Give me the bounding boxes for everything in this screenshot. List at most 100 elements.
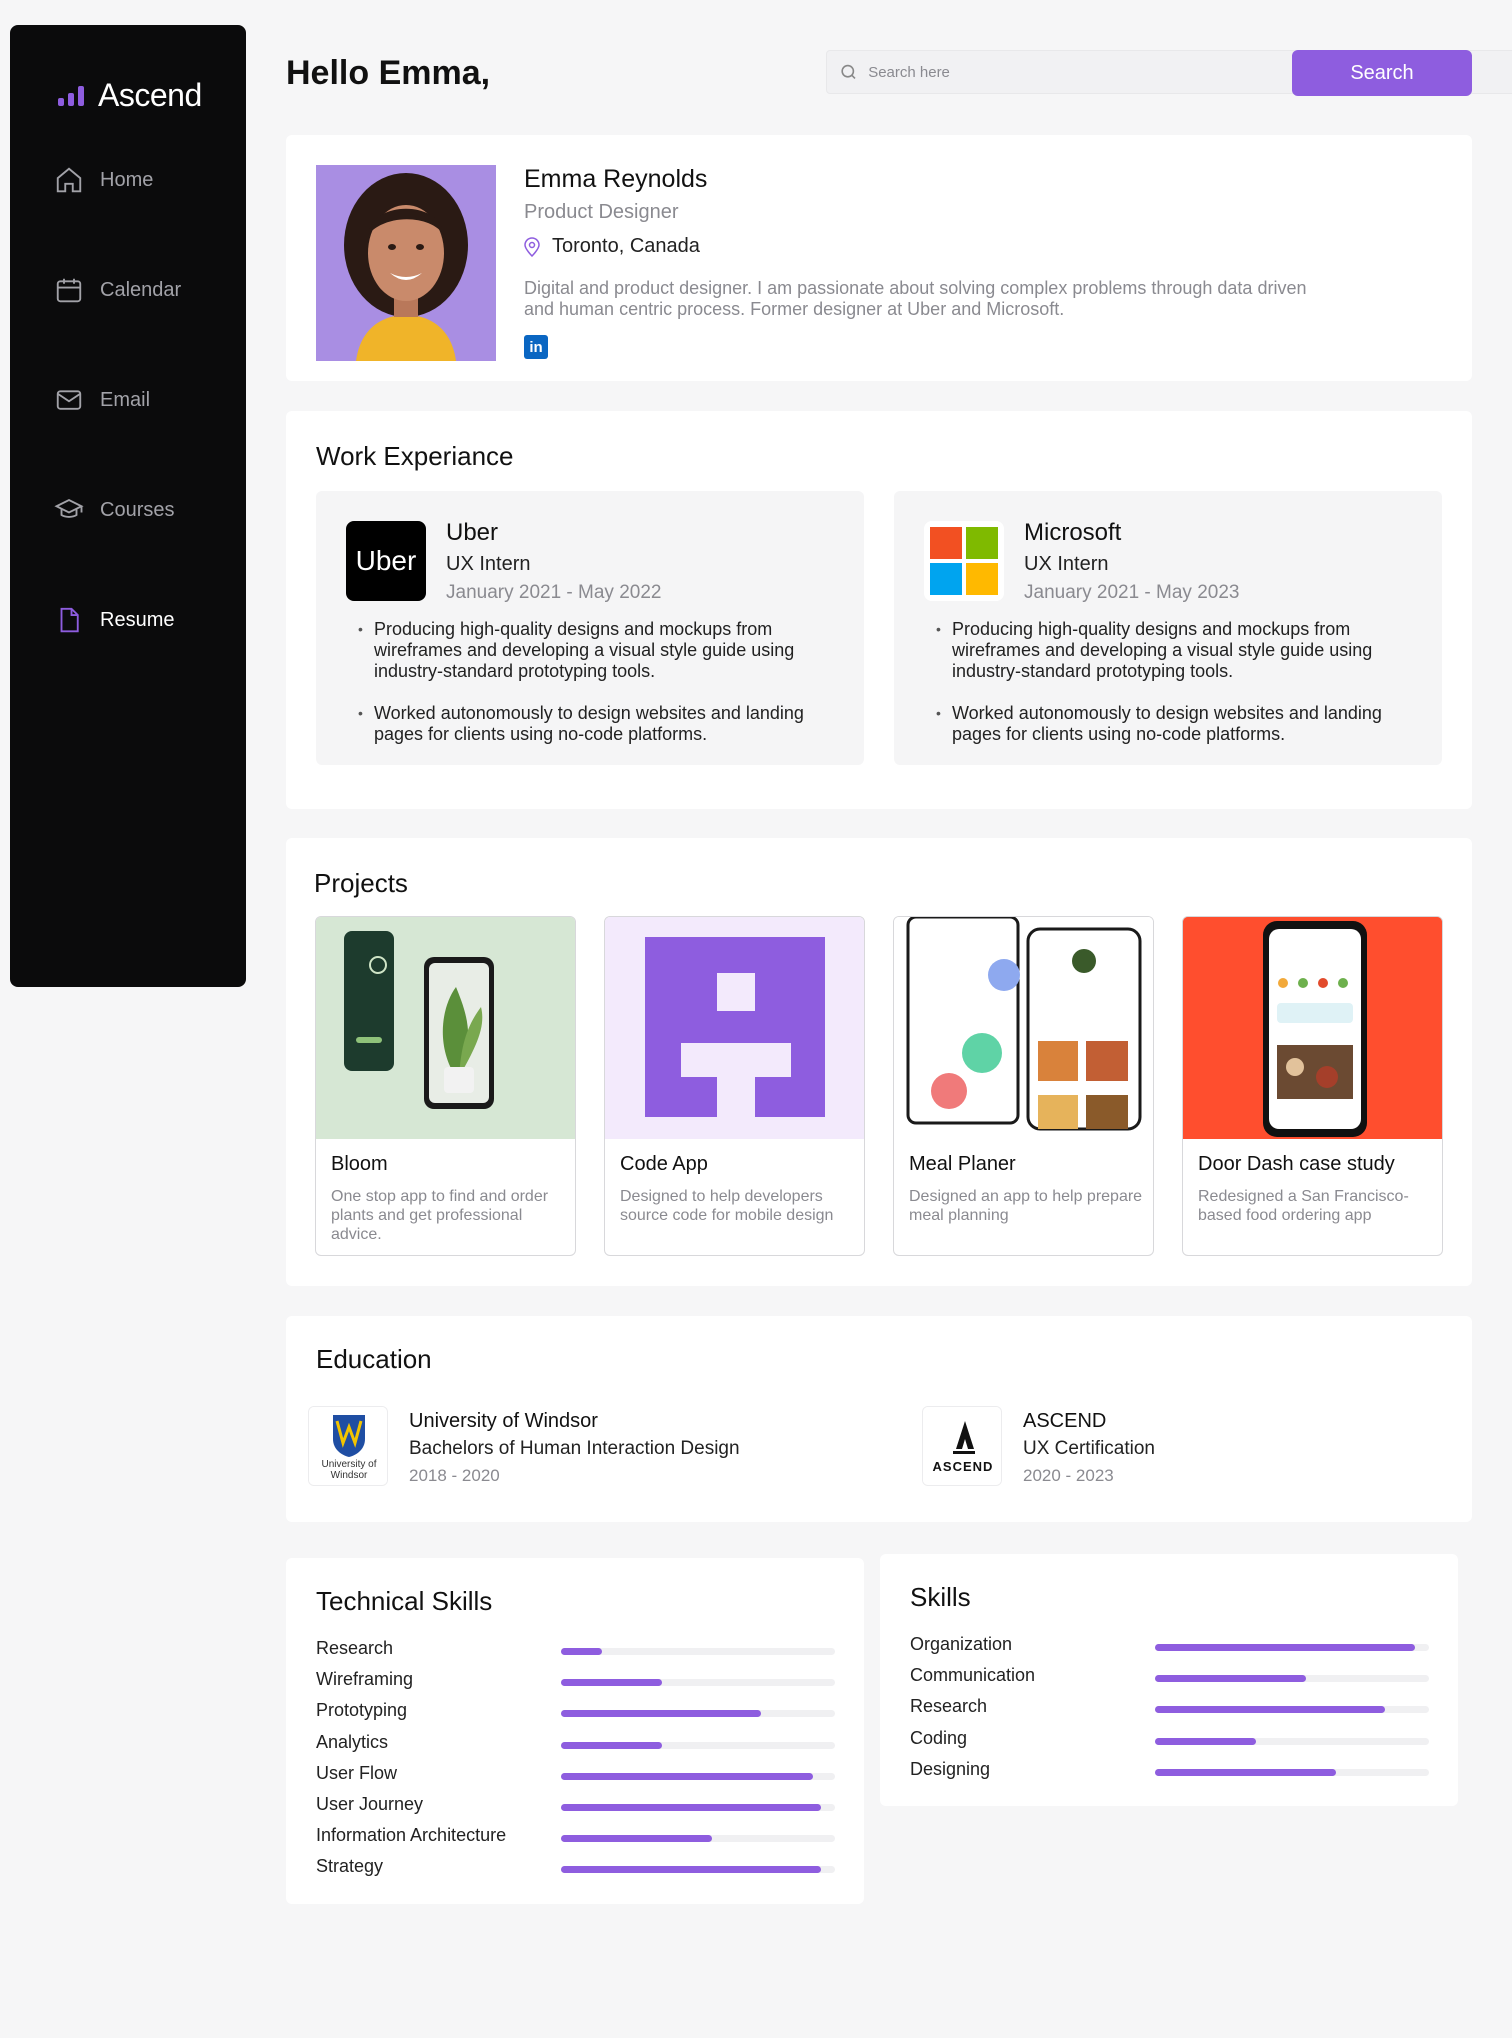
- nav-item-label: Resume: [100, 608, 175, 631]
- job-role: UX Intern: [446, 553, 531, 575]
- skill-bar-fill: [561, 1741, 663, 1749]
- document-icon: [60, 607, 79, 633]
- skill-label: Prototyping: [316, 1700, 408, 1721]
- uber-logo: Uber: [346, 521, 426, 601]
- nav-item-email[interactable]: Email: [54, 385, 150, 415]
- nav-item-home[interactable]: Home: [54, 165, 153, 195]
- experience-item-microsoft: Microsoft UX Intern January 2021 - May 2…: [894, 491, 1442, 765]
- project-card-code-app[interactable]: Code App Designed to help developers sou…: [604, 916, 865, 1256]
- project-image: [894, 917, 1153, 1139]
- skill-bar: [1155, 1706, 1429, 1714]
- education-years: 2018 - 2020: [409, 1466, 500, 1485]
- project-image: [316, 917, 575, 1139]
- project-description: Designed to help developers source code …: [620, 1188, 834, 1224]
- skill-bar-fill: [561, 1648, 603, 1655]
- profile-card: Emma Reynolds Product Designer Toronto, …: [286, 135, 1472, 381]
- nav-item-label: Calendar: [100, 278, 182, 301]
- microsoft-logo: [924, 521, 1004, 601]
- skill-bar: [561, 1772, 835, 1780]
- project-card-door-dash[interactable]: Door Dash case study Redesigned a San Fr…: [1182, 916, 1443, 1256]
- projects-card: Projects Bloom One stop app to find and …: [286, 838, 1472, 1286]
- nav-item-calendar[interactable]: Calendar: [54, 275, 181, 305]
- project-title: Door Dash case study: [1198, 1153, 1395, 1175]
- project-description: One stop app to find and order plants an…: [331, 1188, 549, 1243]
- skill-label: User Journey: [316, 1794, 424, 1814]
- skill-bar: [561, 1866, 835, 1874]
- skill-label: Wireframing: [316, 1669, 414, 1690]
- nav-item-label: Email: [100, 388, 151, 411]
- greeting: Hello Emma,: [286, 54, 491, 92]
- experience-item-uber: Uber Uber UX Intern January 2021 - May 2…: [316, 491, 864, 765]
- university-of-windsor-logo: University of Windsor: [308, 1406, 388, 1486]
- app-logo[interactable]: Ascend: [58, 77, 202, 114]
- education-card: Education University of Windsor Universi…: [286, 1316, 1472, 1522]
- skill-label: Coding: [910, 1727, 968, 1748]
- section-title: Technical Skills: [316, 1586, 493, 1616]
- graduation-cap-icon: [54, 498, 84, 518]
- section-title: Projects: [314, 868, 408, 898]
- work-experience-card: Work Experiance Uber Uber UX Intern Janu…: [286, 411, 1472, 809]
- skill-bar-fill: [1155, 1706, 1386, 1714]
- skill-label: Information Architecture: [316, 1825, 507, 1846]
- nav-item-label: Home: [100, 168, 154, 191]
- skill-label: Analytics: [316, 1731, 389, 1752]
- linkedin-icon[interactable]: in: [524, 335, 548, 359]
- project-description: Designed an app to help prepare meal pla…: [909, 1188, 1143, 1224]
- project-image: [605, 917, 864, 1139]
- profile-title: Product Designer: [524, 201, 679, 223]
- profile-name: Emma Reynolds: [524, 165, 708, 193]
- skills-card: Skills Organization Communication Research…: [880, 1554, 1458, 1806]
- skill-bar: [561, 1835, 835, 1843]
- skill-bar-fill: [561, 1866, 822, 1874]
- skill-bar: [1155, 1675, 1429, 1683]
- project-title: Bloom: [331, 1153, 388, 1175]
- nav-item-label: Courses: [100, 498, 175, 521]
- bullet-item: Worked autonomously to design websites a…: [936, 703, 1412, 745]
- skill-bar: [561, 1741, 835, 1749]
- bullet-item: Producing high-quality designs and mocku…: [358, 619, 834, 682]
- skill-bar: [1155, 1737, 1429, 1745]
- profile-location: Toronto, Canada: [524, 235, 700, 258]
- skill-bar-fill: [1155, 1644, 1416, 1651]
- degree: Bachelors of Human Interaction Design: [409, 1438, 740, 1459]
- skill-bar-fill: [561, 1710, 762, 1718]
- skill-bar-fill: [561, 1835, 712, 1843]
- skill-bar-fill: [1155, 1768, 1336, 1776]
- skill-bar-fill: [561, 1772, 814, 1780]
- company-name: Uber: [446, 519, 499, 546]
- company-name: Microsoft: [1024, 519, 1122, 546]
- skill-label: Research: [910, 1696, 988, 1717]
- nav-item-courses[interactable]: Courses: [54, 495, 174, 525]
- section-title: Skills: [910, 1582, 971, 1612]
- bullet-item: Worked autonomously to design websites a…: [358, 703, 834, 745]
- education-years: 2020 - 2023: [1023, 1466, 1114, 1485]
- skill-label: User Flow: [316, 1762, 398, 1783]
- calendar-icon: [56, 278, 82, 303]
- bullet-item: Producing high-quality designs and mocku…: [936, 619, 1412, 682]
- skill-label: Strategy: [316, 1856, 384, 1877]
- section-title: Work Experiance: [316, 441, 514, 471]
- skill-bar: [561, 1710, 835, 1718]
- school-name: ASCEND: [1023, 1410, 1107, 1432]
- skill-label: Communication: [910, 1665, 1036, 1686]
- sidebar: Ascend Home Calendar Email Courses Resum…: [10, 25, 246, 987]
- project-card-bloom[interactable]: Bloom One stop app to find and order pla…: [315, 916, 576, 1256]
- search-button[interactable]: Search: [1292, 50, 1472, 96]
- project-card-meal-planer[interactable]: Meal Planer Designed an app to help prep…: [893, 916, 1154, 1256]
- technical-skills-card: Technical Skills Research Wireframing Prot…: [286, 1558, 864, 1904]
- ascend-logo: ASCEND: [922, 1406, 1002, 1486]
- degree: UX Certification: [1023, 1438, 1155, 1459]
- bar-chart-icon: [58, 85, 84, 106]
- search-icon: [841, 64, 856, 79]
- nav-item-resume[interactable]: Resume: [54, 605, 174, 635]
- skill-bar: [561, 1679, 835, 1687]
- project-title: Meal Planer: [909, 1153, 1016, 1175]
- skill-label: Research: [316, 1638, 394, 1658]
- mail-icon: [56, 390, 82, 410]
- project-title: Code App: [620, 1153, 708, 1175]
- app-name: Ascend: [98, 77, 202, 113]
- job-dates: January 2021 - May 2022: [446, 582, 662, 603]
- section-title: Education: [316, 1344, 432, 1374]
- profile-bio: Digital and product designer. I am passi…: [524, 278, 1307, 319]
- skill-bar-fill: [1155, 1675, 1306, 1683]
